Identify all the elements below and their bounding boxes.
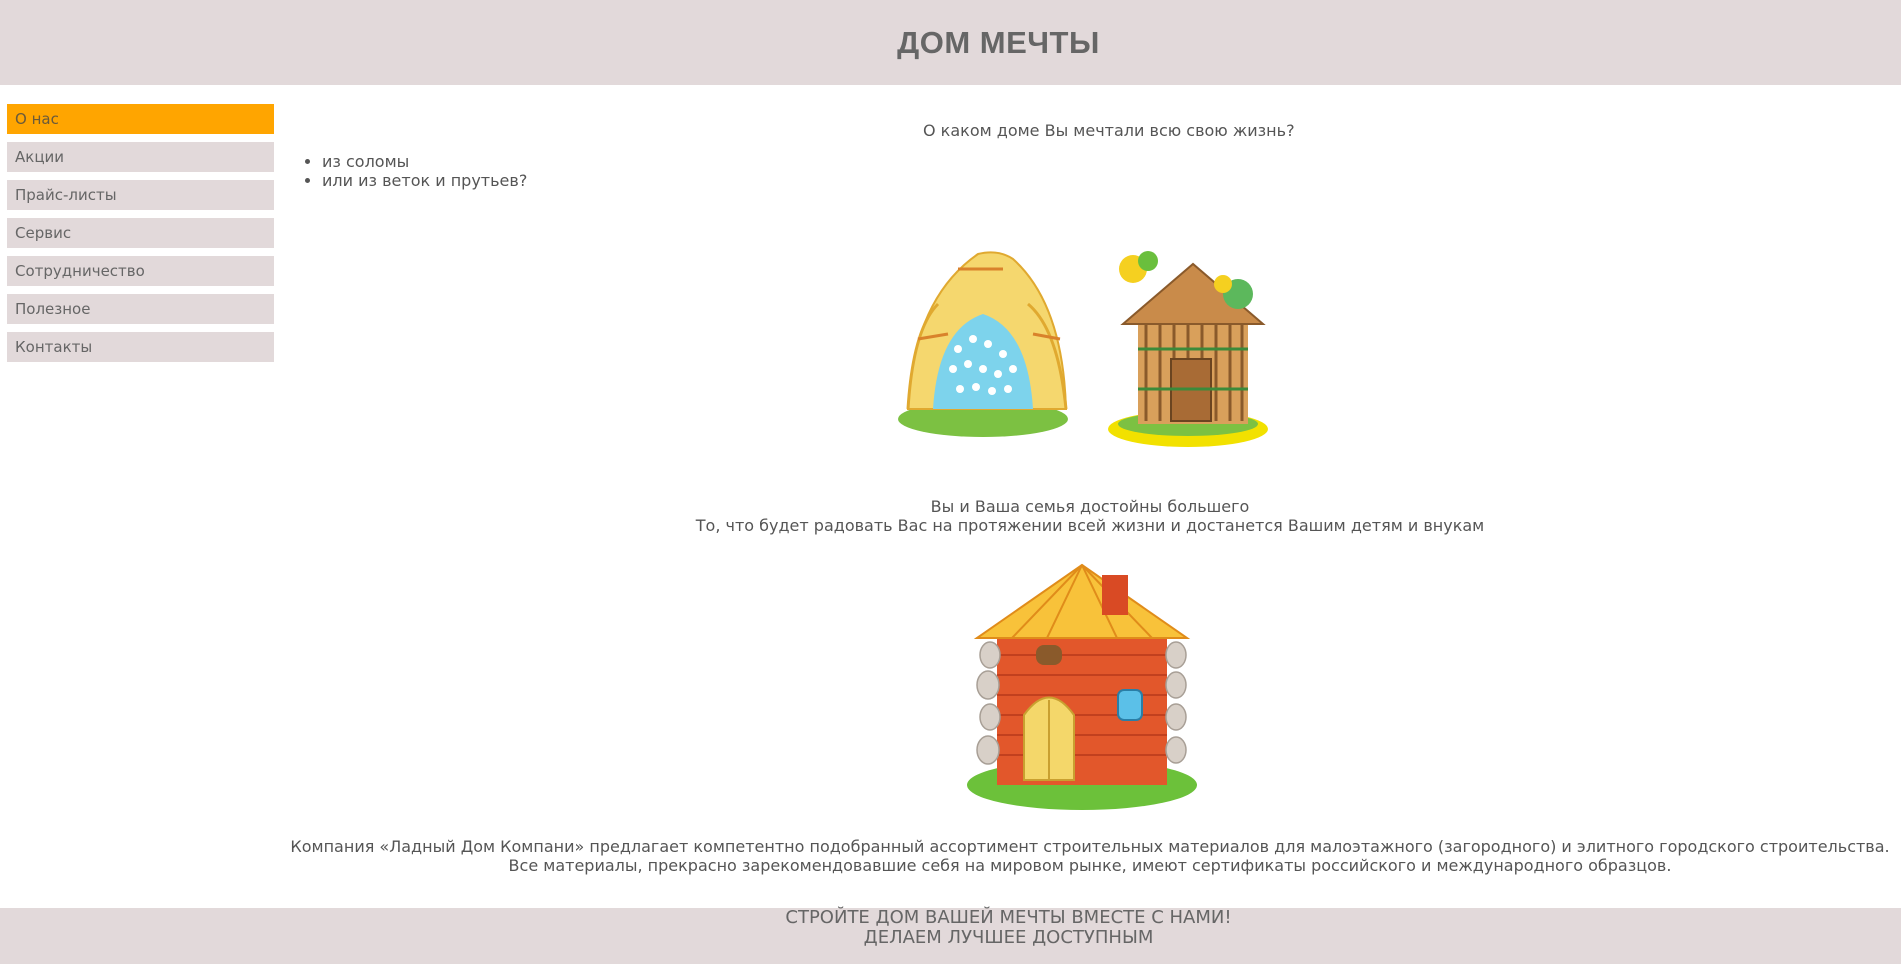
nav-item-price-lists[interactable]: Прайс-листы [7, 180, 274, 210]
footer-slogan-1: СТРОЙТЕ ДОМ ВАШЕЙ МЕЧТЫ ВМЕСТЕ С НАМИ! [785, 907, 1232, 928]
site-header: ДОМ МЕЧТЫ [0, 0, 1901, 85]
house-options-list: из соломы или из веток и прутьев? [300, 152, 527, 190]
nav-item-useful[interactable]: Полезное [7, 294, 274, 324]
subtitle-line-1: Вы и Ваша семья достойны большего [930, 497, 1250, 516]
company-description: Компания «Ладный Дом Компани» предлагает… [290, 837, 1890, 875]
subtitle-block: Вы и Ваша семья достойны большего То, чт… [290, 497, 1890, 535]
list-item: из соломы [322, 152, 527, 171]
footer-slogan-2: ДЕЛАЕМ ЛУЧШЕЕ ДОСТУПНЫМ [863, 927, 1154, 948]
brick-house-image [967, 563, 1197, 810]
nav-item-service[interactable]: Сервис [7, 218, 274, 248]
intro-question: О каком доме Вы мечтали всю свою жизнь? [923, 121, 1295, 140]
subtitle-line-2: То, что будет радовать Вас на протяжении… [695, 516, 1485, 535]
list-item: или из веток и прутьев? [322, 171, 527, 190]
site-title: ДОМ МЕЧТЫ [897, 24, 1100, 60]
sidebar-nav: О нас Акции Прайс-листы Сервис Сотруднич… [7, 104, 274, 370]
site-footer: СТРОЙТЕ ДОМ ВАШЕЙ МЕЧТЫ ВМЕСТЕ С НАМИ! Д… [0, 908, 1901, 964]
nav-item-contacts[interactable]: Контакты [7, 332, 274, 362]
nav-item-cooperation[interactable]: Сотрудничество [7, 256, 274, 286]
straw-and-twig-houses-image [898, 251, 1268, 447]
nav-item-promotions[interactable]: Акции [7, 142, 274, 172]
nav-item-about[interactable]: О нас [7, 104, 274, 134]
